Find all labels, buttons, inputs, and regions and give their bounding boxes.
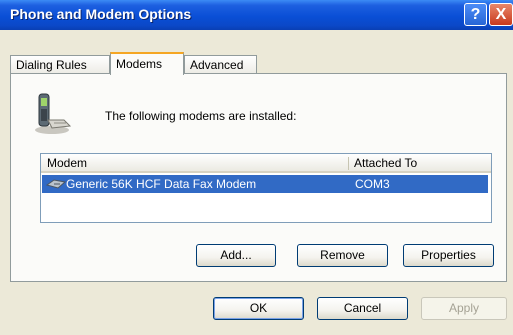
apply-button[interactable]: Apply [421, 297, 507, 320]
window-title: Phone and Modem Options [10, 6, 192, 22]
tab-modems[interactable]: Modems [110, 52, 184, 75]
modem-name: Generic 56K HCF Data Fax Modem [66, 177, 257, 191]
intro-text: The following modems are installed: [105, 109, 297, 123]
add-button[interactable]: Add... [196, 244, 276, 267]
modem-icon [45, 178, 67, 190]
phone-modem-dialog: Phone and Modem Options ? X Dialing Rule… [0, 0, 513, 335]
list-item-modem[interactable]: Generic 56K HCF Data Fax Modem COM3 [42, 175, 488, 193]
tab-dialing-rules[interactable]: Dialing Rules [10, 55, 110, 74]
phone-modem-icon [30, 90, 76, 136]
ok-button[interactable]: OK [213, 297, 304, 320]
properties-button[interactable]: Properties [403, 244, 494, 267]
modem-port: COM3 [355, 177, 390, 191]
help-button[interactable]: ? [464, 3, 487, 26]
tab-advanced[interactable]: Advanced [184, 55, 257, 74]
cancel-button[interactable]: Cancel [317, 297, 408, 320]
modem-list[interactable]: Modem Attached To Generic 56K HCF Data F… [40, 153, 492, 223]
column-attached-to[interactable]: Attached To [354, 156, 417, 170]
title-bar[interactable]: Phone and Modem Options ? X [0, 0, 513, 30]
list-header: Modem Attached To [41, 154, 491, 173]
close-button[interactable]: X [489, 3, 513, 26]
column-modem[interactable]: Modem [47, 156, 87, 170]
remove-button[interactable]: Remove [297, 244, 388, 267]
column-divider[interactable] [348, 157, 349, 170]
